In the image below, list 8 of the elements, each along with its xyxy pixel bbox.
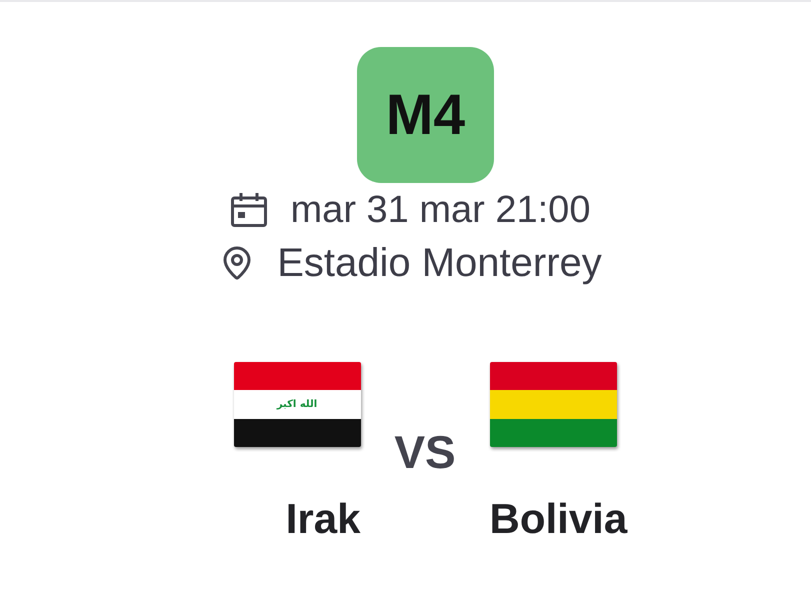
match-date-time: mar 31 mar 21:00 bbox=[290, 188, 590, 233]
versus-label: VS bbox=[394, 425, 456, 479]
calendar-icon bbox=[230, 193, 267, 227]
venue-name: Estadio Monterrey bbox=[277, 240, 602, 287]
match-code-badge: M4 bbox=[357, 47, 494, 183]
team-name: Bolivia bbox=[490, 494, 628, 544]
team-name: Irak bbox=[286, 494, 360, 544]
flag-emblem-text: الله اكبر bbox=[276, 398, 318, 411]
